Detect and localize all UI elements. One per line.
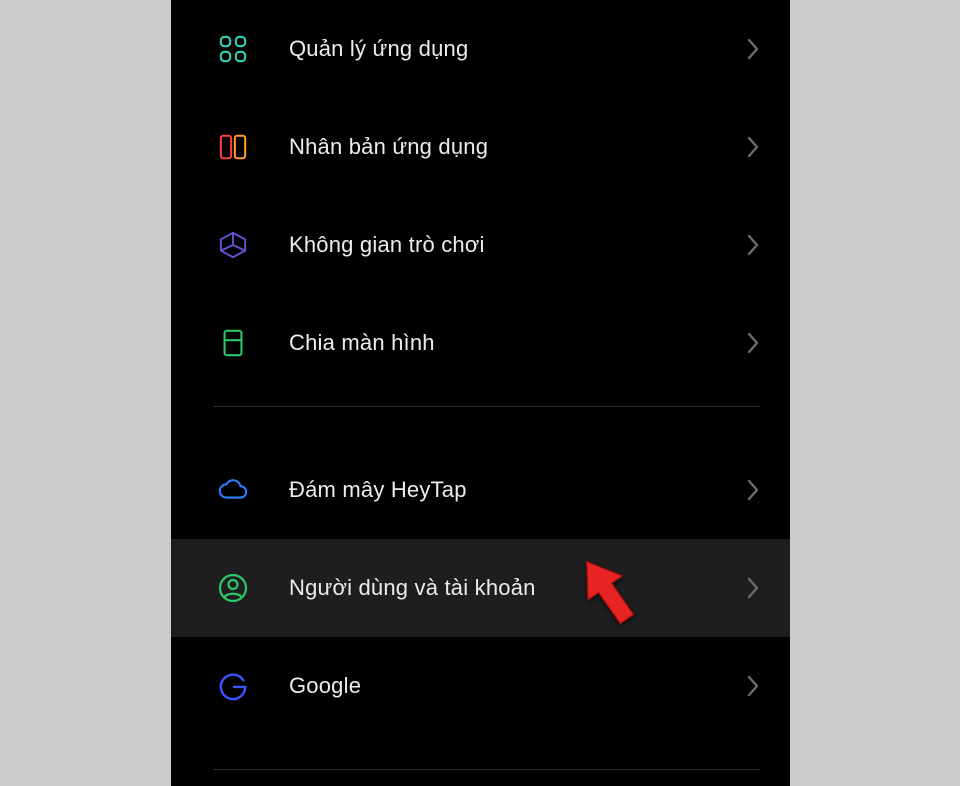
cloud-icon — [213, 475, 253, 505]
section-divider — [213, 769, 760, 770]
chevron-right-icon — [732, 478, 760, 502]
row-split-screen[interactable]: Chia màn hình — [171, 294, 790, 392]
row-label: Quản lý ứng dụng — [253, 36, 732, 62]
chevron-right-icon — [732, 576, 760, 600]
chevron-right-icon — [732, 331, 760, 355]
row-label: Không gian trò chơi — [253, 232, 732, 258]
cube-icon — [213, 230, 253, 260]
row-app-cloner[interactable]: Nhân bản ứng dụng — [171, 98, 790, 196]
grid-apps-icon — [213, 34, 253, 64]
row-users-accounts[interactable]: Người dùng và tài khoản — [171, 539, 790, 637]
google-icon — [213, 671, 253, 701]
row-google[interactable]: Google — [171, 637, 790, 735]
split-screen-icon — [213, 328, 253, 358]
user-circle-icon — [213, 572, 253, 604]
row-label: Đám mây HeyTap — [253, 477, 732, 503]
row-heytap-cloud[interactable]: Đám mây HeyTap — [171, 441, 790, 539]
chevron-right-icon — [732, 135, 760, 159]
settings-list: Quản lý ứng dụng Nhân bản ứng dụng — [171, 0, 790, 770]
chevron-right-icon — [732, 233, 760, 257]
row-label: Người dùng và tài khoản — [253, 575, 732, 601]
chevron-right-icon — [732, 37, 760, 61]
split-rect-icon — [213, 132, 253, 162]
row-app-management[interactable]: Quản lý ứng dụng — [171, 0, 790, 98]
settings-screen: Quản lý ứng dụng Nhân bản ứng dụng — [171, 0, 790, 786]
row-label: Nhân bản ứng dụng — [253, 134, 732, 160]
row-game-space[interactable]: Không gian trò chơi — [171, 196, 790, 294]
row-label: Chia màn hình — [253, 330, 732, 356]
chevron-right-icon — [732, 674, 760, 698]
row-label: Google — [253, 673, 732, 699]
section-divider — [213, 406, 760, 407]
